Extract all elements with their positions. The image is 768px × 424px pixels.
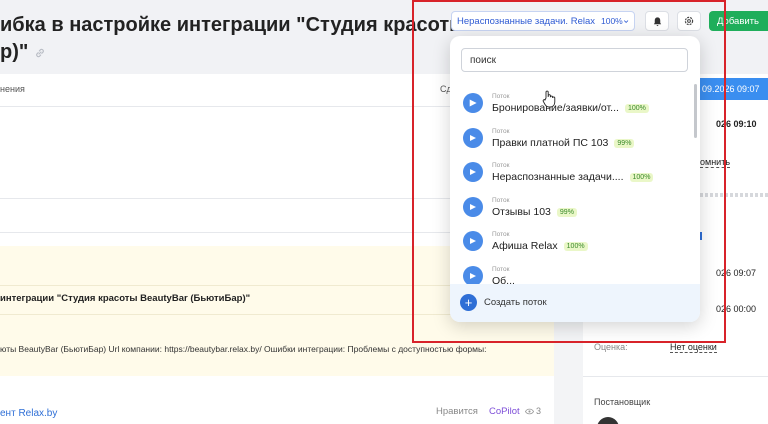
- notifications-button[interactable]: [645, 11, 669, 31]
- list-item[interactable]: Поток Нераспознанные задачи.... 100%: [450, 155, 690, 189]
- item-caption: Поток: [492, 266, 510, 273]
- flow-icon: [463, 231, 483, 251]
- list-item[interactable]: Поток Афиша Relax 100%: [450, 224, 690, 258]
- column-header-changes: нения: [0, 84, 25, 94]
- views-counter: 3: [525, 406, 541, 416]
- item-caption: Поток: [492, 162, 510, 169]
- gear-icon: [684, 16, 694, 26]
- deadline-bar-date: 09.2026 09:07: [702, 84, 760, 94]
- eye-icon: [525, 408, 534, 414]
- percent-badge: 100%: [563, 242, 588, 251]
- flow-icon: [463, 128, 483, 148]
- page-title-line2: р)": [0, 39, 420, 66]
- flow-select-label: Нераспознанные задачи. Relax: [457, 15, 595, 27]
- start-date: 026 00:00: [716, 304, 757, 314]
- scrollbar[interactable]: [694, 84, 697, 138]
- rating-label: Оценка:: [594, 342, 628, 352]
- item-caption: Поток: [492, 128, 510, 135]
- task-subject: интеграции "Студия красоты BeautyBar (Бь…: [0, 293, 251, 304]
- item-caption: Поток: [492, 93, 510, 100]
- bell-icon: [653, 16, 661, 26]
- item-name: Правки платной ПС 103 99%: [492, 137, 635, 149]
- list-item[interactable]: Поток Бронирование/заявки/от... 100%: [450, 86, 690, 120]
- like-button[interactable]: Нравится: [436, 406, 478, 417]
- flow-icon: [463, 93, 483, 113]
- copilot-button[interactable]: CoPilot: [489, 406, 520, 417]
- flow-icon: [463, 266, 483, 284]
- plus-icon: +: [460, 294, 477, 311]
- deadline-date: 026 09:10: [716, 119, 757, 129]
- create-flow-button[interactable]: + Создать поток: [450, 284, 700, 322]
- page-title-line1: ибка в настройке интеграции "Студия крас…: [0, 14, 467, 36]
- flow-dropdown: поиск Поток Бронирование/заявки/от... 100…: [450, 36, 700, 322]
- flow-icon: [463, 197, 483, 217]
- page-title: ибка в настройке интеграции "Студия крас…: [0, 12, 466, 66]
- flow-icon: [463, 162, 483, 182]
- link-icon[interactable]: [34, 47, 46, 59]
- item-caption: Поток: [492, 231, 510, 238]
- rating-value[interactable]: Нет оценки: [670, 342, 717, 353]
- chevron-down-icon: [623, 19, 629, 23]
- views-count: 3: [536, 406, 542, 416]
- flow-list: Поток Бронирование/заявки/от... 100% Пото…: [450, 84, 700, 284]
- list-item[interactable]: Поток Правки платной ПС 103 99%: [450, 121, 690, 155]
- progress-dots: [700, 193, 768, 197]
- item-name: Афиша Relax 100%: [492, 240, 588, 252]
- created-date: 026 09:07: [716, 268, 757, 278]
- item-name: Отзывы 103 99%: [492, 206, 577, 218]
- add-button[interactable]: Добавить: [709, 11, 768, 31]
- percent-badge: 100%: [629, 173, 654, 182]
- task-body: юты BeautyBar (БьютиБар) Url компании: h…: [0, 344, 487, 354]
- create-flow-label: Создать поток: [484, 297, 547, 308]
- item-name: Об...: [492, 275, 515, 284]
- item-name: Нераспознанные задачи.... 100%: [492, 171, 654, 183]
- list-item[interactable]: Поток Отзывы 103 99%: [450, 190, 690, 224]
- percent-badge: 99%: [556, 208, 577, 217]
- marker: [700, 232, 702, 240]
- settings-button[interactable]: [677, 11, 701, 31]
- flow-select-percent: 100%: [601, 16, 623, 26]
- flow-select[interactable]: Нераспознанные задачи. Relax 100%: [451, 11, 635, 31]
- divider: [583, 376, 768, 377]
- hand-cursor-icon: [542, 90, 556, 108]
- item-caption: Поток: [492, 197, 510, 204]
- percent-badge: 100%: [624, 104, 649, 113]
- assigner-label: Постановщик: [594, 397, 651, 407]
- remind-link[interactable]: омнить: [700, 157, 731, 168]
- search-input[interactable]: поиск: [461, 48, 688, 72]
- list-item[interactable]: Поток Об...: [450, 259, 690, 284]
- item-name: Бронирование/заявки/от... 100%: [492, 102, 649, 114]
- author-link[interactable]: ент Relax.by: [0, 408, 57, 419]
- percent-badge: 99%: [614, 139, 635, 148]
